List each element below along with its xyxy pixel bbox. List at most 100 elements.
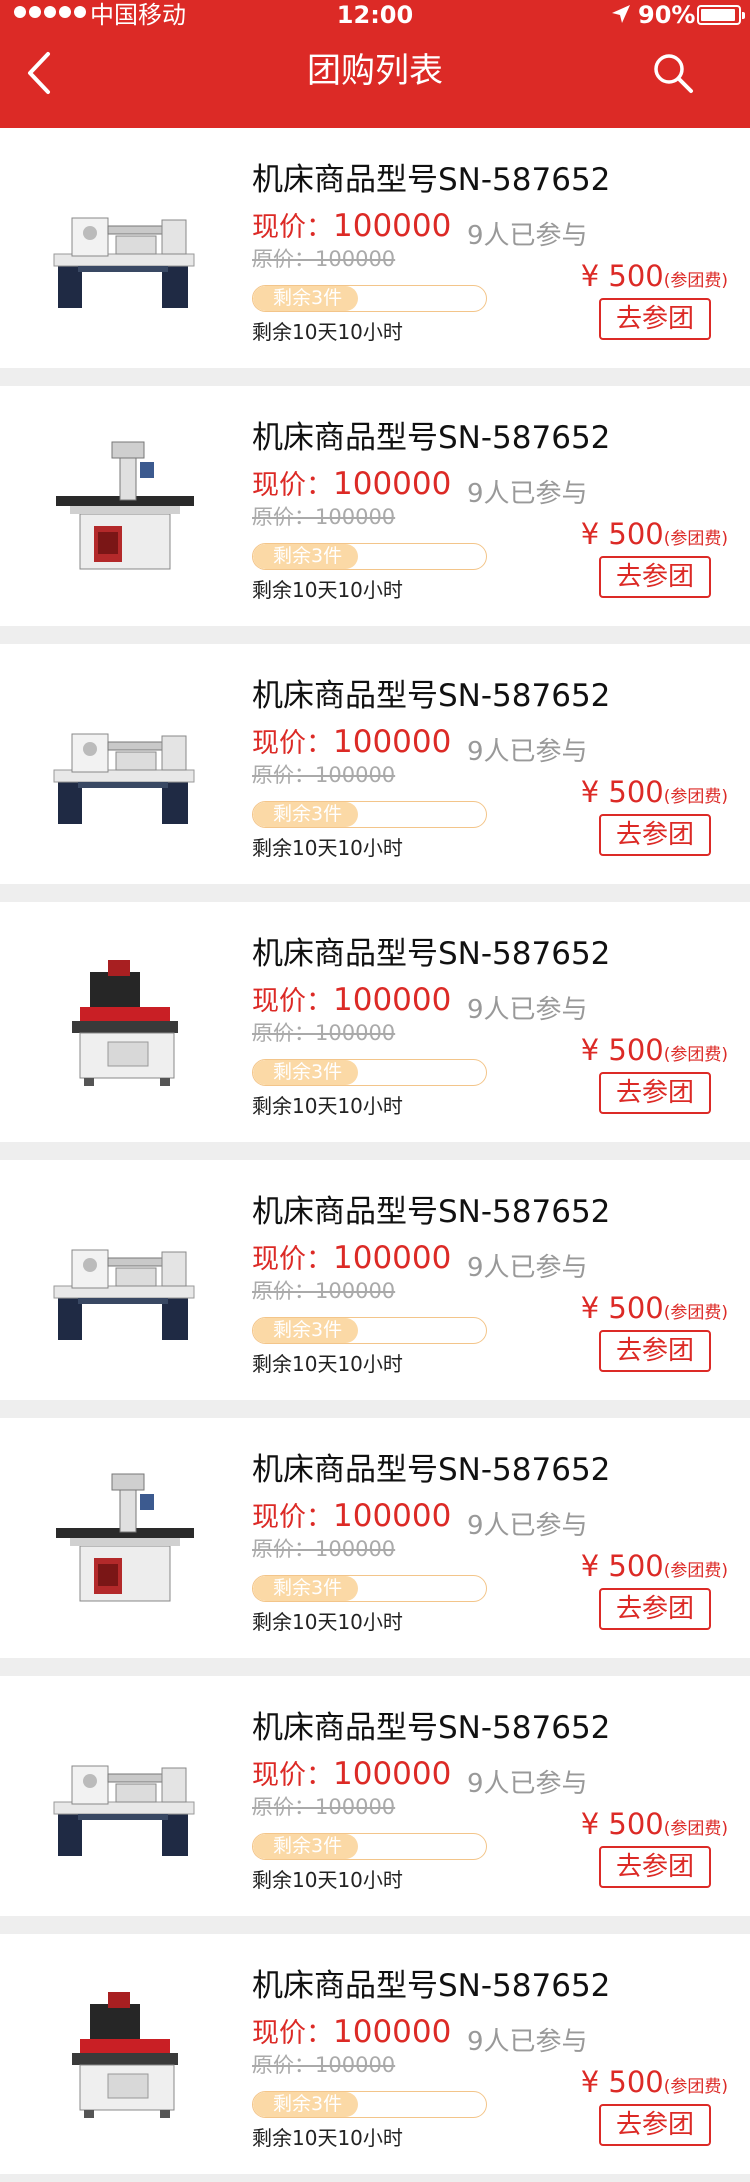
join-fee-note: (参团费) bbox=[663, 271, 728, 291]
search-icon[interactable] bbox=[650, 50, 696, 96]
join-group-button[interactable]: 去参团 bbox=[599, 1588, 711, 1630]
countdown-text: 剩余10天10小时 bbox=[252, 1352, 403, 1376]
join-fee: ¥ 500(参团费) bbox=[581, 772, 728, 817]
current-price: 现价：100000 bbox=[252, 980, 451, 1025]
lathe-machine-image bbox=[53, 1249, 195, 1340]
product-title: 机床商品型号SN-587652 bbox=[252, 1452, 611, 1488]
lathe-machine-image bbox=[53, 217, 195, 308]
current-price-label: 现价： bbox=[252, 1760, 333, 1791]
product-title: 机床商品型号SN-587652 bbox=[252, 420, 611, 456]
edm-machine-image bbox=[72, 960, 178, 1086]
participants-count: 9人已参与 bbox=[467, 1511, 588, 1541]
join-fee-note: (参团费) bbox=[663, 2077, 728, 2097]
group-buy-list: 机床商品型号SN-587652 现价：100000 原价：100000 9人已参… bbox=[0, 128, 750, 2182]
countdown-text: 剩余10天10小时 bbox=[252, 578, 403, 602]
participants-count: 9人已参与 bbox=[467, 221, 588, 251]
remaining-stock-label: 剩余3件 bbox=[273, 2093, 343, 2115]
join-fee: ¥ 500(参团费) bbox=[581, 2062, 728, 2107]
drill-press-machine-image bbox=[56, 441, 194, 570]
join-fee-note: (参团费) bbox=[663, 529, 728, 549]
join-fee-note: (参团费) bbox=[663, 1819, 728, 1839]
join-fee: ¥ 500(参团费) bbox=[581, 1804, 728, 1849]
join-group-button[interactable]: 去参团 bbox=[599, 2104, 711, 2146]
app-header: 中国移动 12:00 90% 团购列表 bbox=[0, 0, 750, 128]
join-fee-note: (参团费) bbox=[663, 1561, 728, 1581]
current-price: 现价：100000 bbox=[252, 1238, 451, 1283]
current-price: 现价：100000 bbox=[252, 722, 451, 767]
join-group-button[interactable]: 去参团 bbox=[599, 556, 711, 598]
group-buy-card[interactable]: 机床商品型号SN-587652 现价：100000 原价：100000 9人已参… bbox=[0, 1676, 750, 1916]
participants-count: 9人已参与 bbox=[467, 995, 588, 1025]
stock-progress-bar: 剩余3件 bbox=[252, 1833, 487, 1860]
group-buy-card[interactable]: 机床商品型号SN-587652 现价：100000 原价：100000 9人已参… bbox=[0, 644, 750, 884]
original-price: 原价：100000 bbox=[252, 1021, 396, 1045]
join-fee: ¥ 500(参团费) bbox=[581, 514, 728, 559]
join-group-button[interactable]: 去参团 bbox=[599, 1846, 711, 1888]
join-group-button[interactable]: 去参团 bbox=[599, 298, 711, 340]
current-price-label: 现价： bbox=[252, 986, 333, 1017]
join-fee-note: (参团费) bbox=[663, 1303, 728, 1323]
remaining-stock-label: 剩余3件 bbox=[273, 1319, 343, 1341]
stock-progress-bar: 剩余3件 bbox=[252, 1575, 487, 1602]
current-price-value: 100000 bbox=[333, 724, 452, 760]
original-price: 原价：100000 bbox=[252, 1537, 396, 1561]
join-fee-amount: ¥ 500 bbox=[580, 1033, 664, 1067]
participants-count: 9人已参与 bbox=[467, 479, 588, 509]
current-price: 现价：100000 bbox=[252, 464, 451, 509]
lathe-machine-image bbox=[53, 1765, 195, 1856]
battery-icon bbox=[697, 5, 745, 25]
participants-count: 9人已参与 bbox=[467, 1769, 588, 1799]
join-fee-note: (参团费) bbox=[663, 787, 728, 807]
lathe-machine-image bbox=[53, 733, 195, 824]
edm-machine-image bbox=[72, 1992, 178, 2118]
current-price-value: 100000 bbox=[333, 982, 452, 1018]
join-fee-amount: ¥ 500 bbox=[580, 1807, 664, 1841]
participants-count: 9人已参与 bbox=[467, 2027, 588, 2057]
current-price-label: 现价： bbox=[252, 212, 333, 243]
original-price: 原价：100000 bbox=[252, 505, 396, 529]
join-group-button[interactable]: 去参团 bbox=[599, 1072, 711, 1114]
remaining-stock-label: 剩余3件 bbox=[273, 803, 343, 825]
remaining-stock-label: 剩余3件 bbox=[273, 287, 343, 309]
join-fee: ¥ 500(参团费) bbox=[581, 256, 728, 301]
product-title: 机床商品型号SN-587652 bbox=[252, 1710, 611, 1746]
countdown-text: 剩余10天10小时 bbox=[252, 836, 403, 860]
join-fee: ¥ 500(参团费) bbox=[581, 1288, 728, 1333]
status-bar: 中国移动 12:00 90% bbox=[0, 0, 750, 30]
product-title: 机床商品型号SN-587652 bbox=[252, 1968, 611, 2004]
location-arrow-icon bbox=[612, 5, 630, 23]
stock-progress-bar: 剩余3件 bbox=[252, 801, 487, 828]
join-fee-amount: ¥ 500 bbox=[580, 1291, 664, 1325]
countdown-text: 剩余10天10小时 bbox=[252, 2126, 403, 2150]
group-buy-card[interactable]: 机床商品型号SN-587652 现价：100000 原价：100000 9人已参… bbox=[0, 1418, 750, 1658]
countdown-text: 剩余10天10小时 bbox=[252, 1094, 403, 1118]
product-title: 机床商品型号SN-587652 bbox=[252, 1194, 611, 1230]
current-price-label: 现价： bbox=[252, 728, 333, 759]
group-buy-card[interactable]: 机床商品型号SN-587652 现价：100000 原价：100000 9人已参… bbox=[0, 386, 750, 626]
join-fee-amount: ¥ 500 bbox=[580, 259, 664, 293]
join-fee-amount: ¥ 500 bbox=[580, 2065, 664, 2099]
join-fee: ¥ 500(参团费) bbox=[581, 1546, 728, 1591]
participants-count: 9人已参与 bbox=[467, 737, 588, 767]
current-price-value: 100000 bbox=[333, 466, 452, 502]
original-price: 原价：100000 bbox=[252, 247, 396, 271]
original-price: 原价：100000 bbox=[252, 763, 396, 787]
product-title: 机床商品型号SN-587652 bbox=[252, 936, 611, 972]
group-buy-card[interactable]: 机床商品型号SN-587652 现价：100000 原价：100000 9人已参… bbox=[0, 1934, 750, 2174]
join-group-button[interactable]: 去参团 bbox=[599, 814, 711, 856]
drill-press-machine-image bbox=[56, 1473, 194, 1602]
countdown-text: 剩余10天10小时 bbox=[252, 1868, 403, 1892]
current-price: 现价：100000 bbox=[252, 1496, 451, 1541]
stock-progress-bar: 剩余3件 bbox=[252, 1317, 487, 1344]
join-group-button[interactable]: 去参团 bbox=[599, 1330, 711, 1372]
remaining-stock-label: 剩余3件 bbox=[273, 1577, 343, 1599]
group-buy-card[interactable]: 机床商品型号SN-587652 现价：100000 原价：100000 9人已参… bbox=[0, 128, 750, 368]
product-title: 机床商品型号SN-587652 bbox=[252, 162, 611, 198]
original-price: 原价：100000 bbox=[252, 1795, 396, 1819]
original-price: 原价：100000 bbox=[252, 1279, 396, 1303]
group-buy-card[interactable]: 机床商品型号SN-587652 现价：100000 原价：100000 9人已参… bbox=[0, 902, 750, 1142]
group-buy-card[interactable]: 机床商品型号SN-587652 现价：100000 原价：100000 9人已参… bbox=[0, 1160, 750, 1400]
battery-percent: 90% bbox=[638, 1, 696, 29]
participants-count: 9人已参与 bbox=[467, 1253, 588, 1283]
current-price-label: 现价： bbox=[252, 2018, 333, 2049]
